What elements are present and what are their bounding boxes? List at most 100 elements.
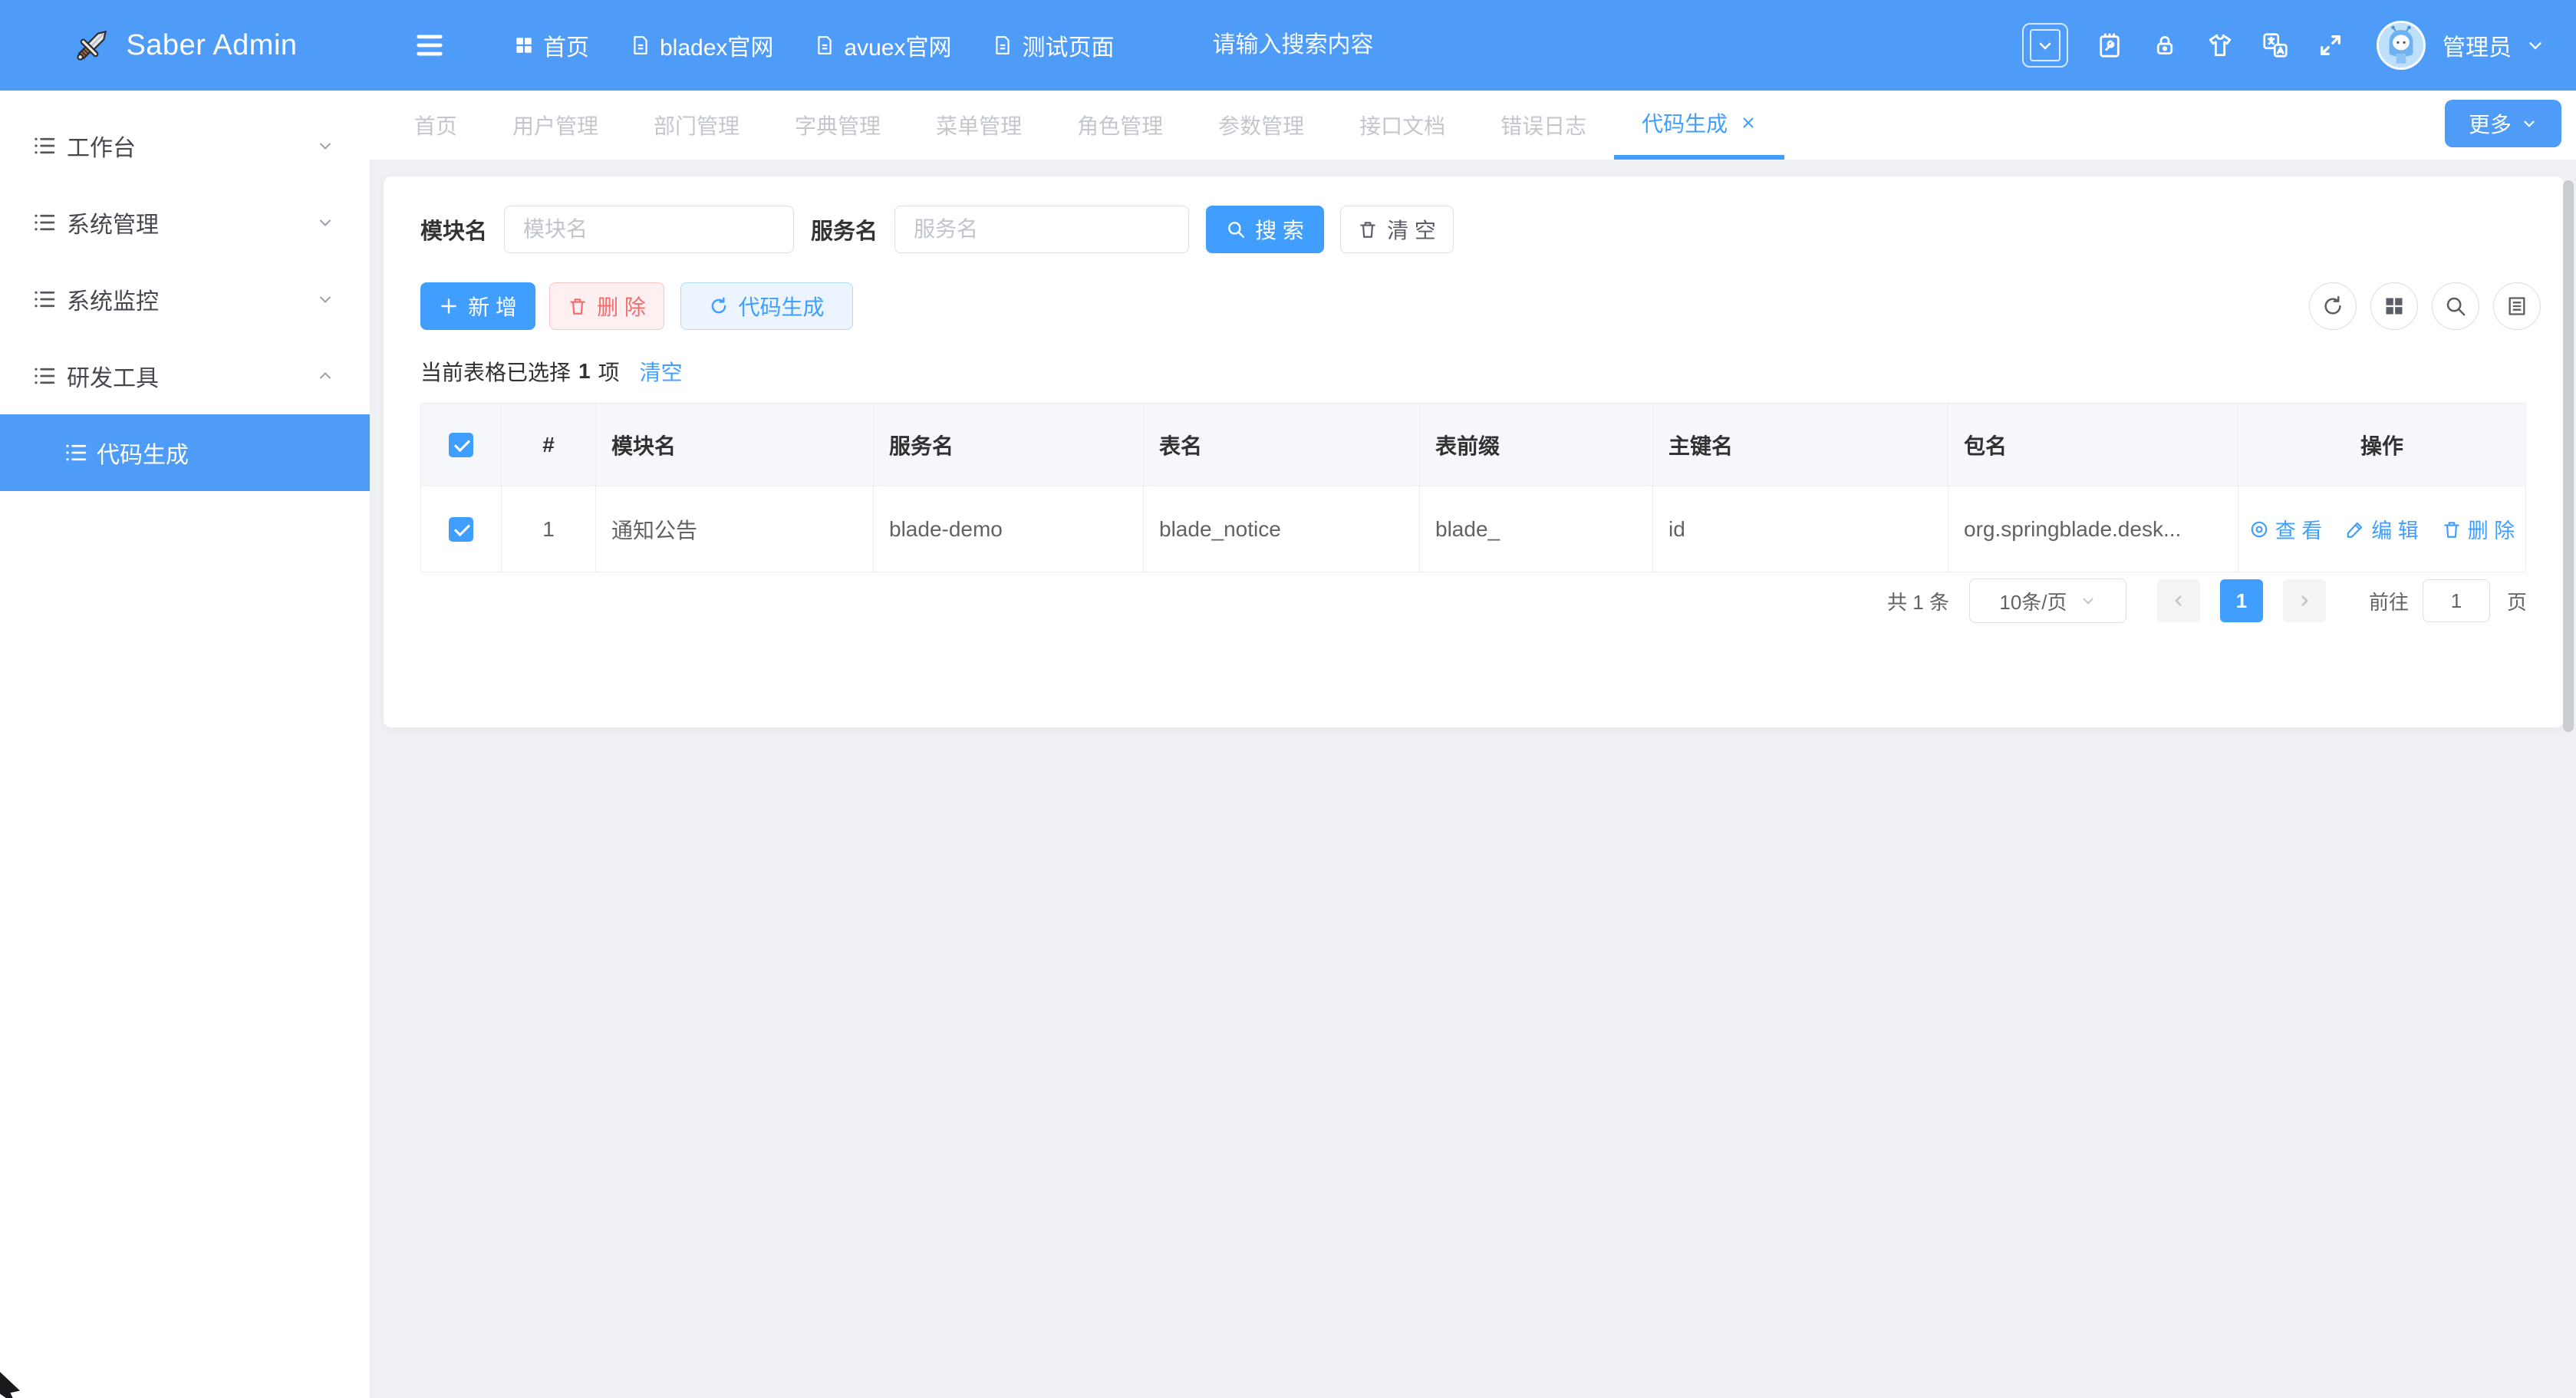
- tab-bar: 首页 用户管理 部门管理 字典管理 菜单管理 角色管理 参数管理 接口文档 错误…: [370, 91, 2576, 160]
- sidebar-item-system-management[interactable]: 系统管理: [0, 184, 370, 261]
- tab-department-management[interactable]: 部门管理: [626, 91, 767, 160]
- next-page-button[interactable]: [2283, 579, 2326, 622]
- tab-menu-management[interactable]: 菜单管理: [908, 91, 1049, 160]
- translate-icon[interactable]: [2261, 31, 2289, 59]
- global-search-input[interactable]: [1212, 32, 1534, 58]
- app-logo: Saber Admin: [0, 0, 370, 91]
- column-header-table-prefix: 表前缀: [1420, 404, 1653, 486]
- chevron-down-icon: [316, 213, 334, 232]
- cell-pk-name: id: [1653, 486, 1948, 572]
- user-name[interactable]: 管理员: [2443, 28, 2512, 62]
- top-nav-home[interactable]: 首页: [514, 28, 589, 62]
- service-name-input[interactable]: [894, 206, 1189, 253]
- sidebar: 工作台 系统管理 系统监控: [0, 91, 370, 1398]
- lock-icon[interactable]: [2151, 31, 2179, 59]
- column-header-package: 包名: [1948, 404, 2238, 486]
- menu-list-icon: [64, 441, 87, 464]
- top-nav-bladex[interactable]: bladex官网: [631, 28, 773, 62]
- sidebar-item-dev-tools[interactable]: 研发工具: [0, 338, 370, 414]
- cell-package: org.springblade.desk...: [1948, 486, 2238, 572]
- sidebar-item-label: 系统管理: [67, 206, 159, 239]
- pagination-total: 共 1 条: [1887, 587, 1949, 615]
- more-tabs-label: 更多: [2469, 108, 2512, 139]
- content-card: 模块名 服务名 搜 索 清 空 新: [384, 176, 2564, 727]
- top-nav: 首页 bladex官网 avuex官网 测试页面: [514, 28, 1114, 62]
- view-link[interactable]: 查 看: [2249, 514, 2323, 544]
- chevron-down-icon[interactable]: [2525, 35, 2545, 55]
- user-avatar[interactable]: [2377, 21, 2426, 70]
- sidebar-item-code-generation[interactable]: 代码生成: [0, 414, 370, 491]
- clear-button[interactable]: 清 空: [1340, 206, 1454, 253]
- select-all-checkbox[interactable]: [449, 433, 473, 457]
- cell-table-prefix: blade_: [1420, 486, 1653, 572]
- grid-icon: [514, 35, 534, 55]
- search-icon: [2444, 295, 2467, 318]
- code-generate-button-label: 代码生成: [738, 291, 824, 321]
- top-nav-avuex[interactable]: avuex官网: [815, 28, 951, 62]
- sidebar-item-workbench[interactable]: 工作台: [0, 107, 370, 184]
- sidebar-item-label: 工作台: [67, 129, 136, 163]
- eye-icon: [2249, 519, 2269, 539]
- page-size-select[interactable]: 10条/页: [1969, 579, 2126, 623]
- top-nav-label: avuex官网: [844, 28, 951, 62]
- refresh-table-button[interactable]: [2309, 282, 2357, 330]
- chevron-down-icon: [2030, 29, 2060, 61]
- table-row[interactable]: 1 通知公告 blade-demo blade_notice blade_ id…: [421, 486, 2526, 572]
- more-tabs-button[interactable]: 更多: [2445, 100, 2561, 147]
- table-setting-buttons: [2309, 282, 2541, 330]
- tab-api-docs[interactable]: 接口文档: [1332, 91, 1473, 160]
- row-actions: 查 看 编 辑: [2238, 514, 2525, 544]
- clear-selection-link[interactable]: 清空: [640, 356, 683, 387]
- menu-list-icon: [33, 211, 56, 234]
- column-header-table-name: 表名: [1144, 404, 1420, 486]
- tools-clipboard-icon[interactable]: [2096, 31, 2123, 59]
- delete-button[interactable]: 删 除: [549, 282, 664, 330]
- app-title: Saber Admin: [126, 29, 297, 62]
- edit-link[interactable]: 编 辑: [2345, 514, 2419, 544]
- tab-param-management[interactable]: 参数管理: [1191, 91, 1332, 160]
- goto-page-input[interactable]: [2423, 579, 2490, 622]
- selection-suffix: 项: [598, 356, 620, 387]
- tab-error-log[interactable]: 错误日志: [1473, 91, 1614, 160]
- close-icon[interactable]: [1740, 114, 1757, 131]
- fullscreen-icon[interactable]: [2317, 31, 2344, 59]
- tab-role-management[interactable]: 角色管理: [1049, 91, 1191, 160]
- delete-link-label: 删 除: [2468, 514, 2515, 544]
- toggle-search-button[interactable]: [2432, 282, 2479, 330]
- menu-collapse-icon[interactable]: [413, 31, 446, 60]
- selection-info: 当前表格已选择 1 项 清空: [420, 358, 2527, 384]
- document-icon: [815, 35, 835, 56]
- sidebar-item-system-monitor[interactable]: 系统监控: [0, 261, 370, 338]
- theme-shirt-icon[interactable]: [2206, 31, 2234, 59]
- tab-user-management[interactable]: 用户管理: [485, 91, 626, 160]
- table-header-row: # 模块名 服务名 表名 表前缀 主键名 包名 操作: [421, 404, 2526, 486]
- module-name-label: 模块名: [420, 213, 487, 246]
- sidebar-item-label: 系统监控: [67, 282, 159, 316]
- selection-prefix: 当前表格已选择: [420, 356, 571, 387]
- tab-dict-management[interactable]: 字典管理: [767, 91, 908, 160]
- code-generation-table: # 模块名 服务名 表名 表前缀 主键名 包名 操作 1 通知公告 blade-…: [420, 403, 2526, 572]
- add-button[interactable]: 新 增: [420, 282, 535, 330]
- vertical-scrollbar[interactable]: [2563, 180, 2574, 732]
- trash-icon: [1358, 219, 1378, 239]
- refresh-icon: [709, 296, 729, 316]
- tab-code-generation[interactable]: 代码生成: [1614, 91, 1784, 160]
- code-generate-button[interactable]: 代码生成: [680, 282, 853, 330]
- prev-page-button[interactable]: [2157, 579, 2200, 622]
- row-checkbox[interactable]: [449, 517, 473, 542]
- add-button-label: 新 增: [468, 291, 517, 321]
- search-button[interactable]: 搜 索: [1206, 206, 1324, 253]
- column-settings-button[interactable]: [2493, 282, 2541, 330]
- filter-form: 模块名 服务名 搜 索 清 空: [420, 206, 2527, 253]
- page-number-1[interactable]: 1: [2220, 579, 2263, 622]
- pencil-icon: [2345, 519, 2365, 539]
- sidebar-menu: 工作台 系统管理 系统监控: [0, 91, 370, 491]
- dagger-icon: [72, 25, 112, 65]
- top-nav-test-page[interactable]: 测试页面: [993, 28, 1114, 62]
- column-grid-button[interactable]: [2370, 282, 2418, 330]
- module-name-input[interactable]: [504, 206, 794, 253]
- tab-home[interactable]: 首页: [387, 91, 485, 160]
- collapse-chevron-button[interactable]: [2022, 23, 2068, 68]
- sidebar-subitem-label: 代码生成: [97, 436, 189, 470]
- delete-link[interactable]: 删 除: [2442, 514, 2515, 544]
